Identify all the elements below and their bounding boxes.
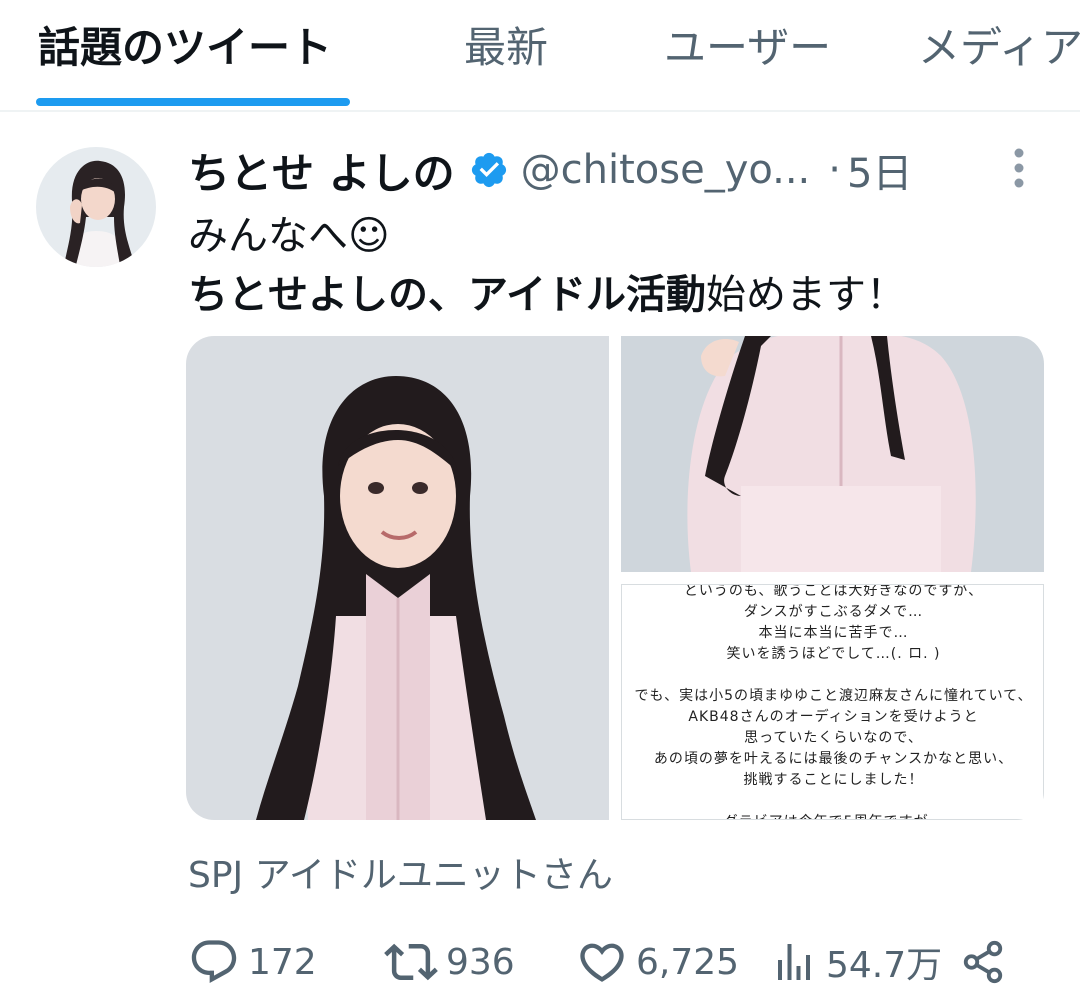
verified-badge-icon <box>471 152 506 188</box>
tweet-text-line-2: ちとせよしの、アイドル活動始めます！ <box>188 262 906 320</box>
handwritten-line: 笑いを誘うほどでして…(. ロ. ) <box>726 646 941 662</box>
search-tabs: 話題のツイート 最新 ユーザー メディア <box>0 0 1080 112</box>
tweet-timestamp[interactable]: 5日 <box>847 141 912 199</box>
avatar[interactable] <box>36 147 156 267</box>
media-handwritten-letter[interactable]: というのも、歌うことは大好きなのですが、 ダンスがすこぶるダメで… 本当に本当に… <box>621 584 1044 820</box>
media-photo-portrait[interactable] <box>186 336 609 820</box>
reply-count: 172 <box>248 941 317 983</box>
handwritten-line: ダンスがすこぶるダメで… <box>743 604 924 620</box>
tweet-actions: 172 936 6,725 54.7万 <box>188 934 1048 990</box>
handwritten-line: 本当に本当に苦手で… <box>758 625 909 641</box>
handwritten-line: 挑戦することにしました！ <box>743 772 924 788</box>
heart-icon <box>580 943 624 982</box>
handwritten-line: あの頃の夢を叶えるには最後のチャンスかなと思い、 <box>653 751 1014 767</box>
share-icon <box>963 940 1003 984</box>
view-count: 54.7万 <box>826 945 943 986</box>
tab-users[interactable]: ユーザー <box>664 14 831 75</box>
like-button[interactable]: 6,725 <box>576 934 739 990</box>
handwritten-line: というのも、歌うことは大好きなのですが、 <box>683 584 984 599</box>
tab-media[interactable]: メディア <box>918 14 1080 75</box>
reply-icon <box>191 940 237 984</box>
handwritten-text: というのも、歌うことは大好きなのですが、 ダンスがすこぶるダメで… 本当に本当に… <box>622 584 1043 819</box>
separator-dot: · <box>828 147 841 193</box>
reply-button[interactable]: 172 <box>188 934 317 990</box>
retweet-button[interactable]: 936 <box>384 934 515 990</box>
retweet-icon <box>384 943 438 981</box>
handwritten-line <box>622 791 1043 812</box>
like-count: 6,725 <box>636 941 740 983</box>
handwritten-line <box>622 665 1043 686</box>
author-handle[interactable]: @chitose_yo... <box>521 147 811 193</box>
tweet-header: ちとせ よしの @chitose_yo... · 5日 <box>188 140 912 200</box>
more-options-icon[interactable] <box>1004 145 1034 191</box>
tagged-users-label[interactable]: SPJ アイドルユニットさん <box>188 846 613 898</box>
tweet-text-bold: ちとせよしの、アイドル活動 <box>188 272 706 318</box>
tweet-text-rest: 始めます！ <box>706 272 906 318</box>
tweet-media-grid: というのも、歌うことは大好きなのですが、 ダンスがすこぶるダメで… 本当に本当に… <box>186 336 1044 820</box>
handwritten-line: AKB48さんのオーディションを受けようと <box>688 709 979 725</box>
author-name[interactable]: ちとせ よしの <box>188 140 455 201</box>
share-button[interactable] <box>960 934 1006 990</box>
media-photo-outfit[interactable] <box>621 336 1044 572</box>
handwritten-line: でも、実は小5の頃まゆゆこと渡辺麻友さんに憧れていて、 <box>634 688 1033 704</box>
retweet-count: 936 <box>446 941 515 983</box>
tab-latest[interactable]: 最新 <box>464 14 548 75</box>
handwritten-line: グラビアは今年で5周年ですが、 <box>622 812 1043 819</box>
tab-top[interactable]: 話題のツイート <box>38 14 332 75</box>
handwritten-line: 思っていたくらいなので、 <box>744 730 923 746</box>
active-tab-indicator <box>36 98 350 106</box>
tweet-text-line-1: みんなへ☺ <box>188 213 390 259</box>
views-chart-icon <box>778 944 810 980</box>
views-button[interactable]: 54.7万 <box>770 934 942 990</box>
